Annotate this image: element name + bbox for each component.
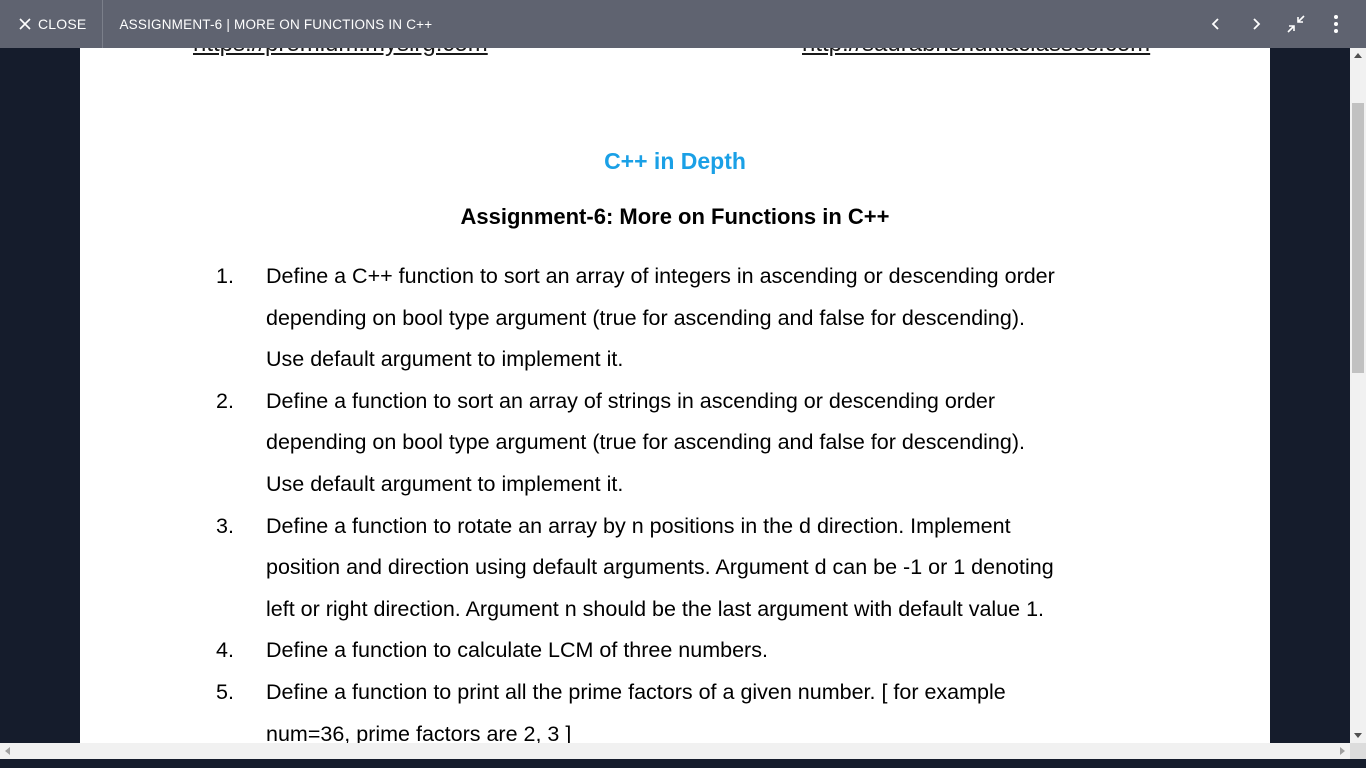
- question-number: 1.: [216, 264, 234, 288]
- header-link-left[interactable]: https://premium.mysirg.com: [193, 48, 488, 58]
- close-button[interactable]: CLOSE: [0, 0, 104, 48]
- vertical-scrollbar[interactable]: [1350, 48, 1366, 743]
- question-item: 3. Define a function to rotate an array …: [210, 506, 1170, 631]
- question-list: 1. Define a C++ function to sort an arra…: [210, 256, 1170, 743]
- page-header: https://premium.mysirg.com http://saurab…: [80, 48, 1270, 60]
- viewer-toolbar: CLOSE ASSIGNMENT-6 | MORE ON FUNCTIONS I…: [0, 0, 1366, 48]
- question-line: Define a C++ function to sort an array o…: [266, 264, 1055, 288]
- close-label: CLOSE: [38, 16, 87, 32]
- question-line: Define a function to calculate LCM of th…: [266, 638, 768, 663]
- chevron-right-icon: [1253, 18, 1261, 30]
- question-line: position and direction using default arg…: [266, 555, 1054, 580]
- question-line: Define a function to rotate an array by …: [266, 513, 1011, 538]
- question-item: 4. Define a function to calculate LCM of…: [210, 630, 1170, 672]
- exit-fullscreen-icon: [1287, 15, 1305, 33]
- question-item: 5. Define a function to print all the pr…: [210, 672, 1170, 743]
- question-item: 2. Define a function to sort an array of…: [210, 381, 1170, 506]
- document-viewer[interactable]: https://premium.mysirg.com http://saurab…: [0, 48, 1350, 743]
- toolbar-actions: [1194, 0, 1366, 48]
- question-line: Define a function to print all the prime…: [266, 679, 1006, 704]
- question-number: 2.: [216, 388, 234, 413]
- scroll-right-arrow-icon[interactable]: [1340, 747, 1345, 755]
- horizontal-scrollbar[interactable]: [0, 743, 1350, 759]
- document-page: https://premium.mysirg.com http://saurab…: [80, 48, 1270, 743]
- course-brand: C++ in Depth: [604, 148, 746, 174]
- question-line: depending on bool type argument (true fo…: [266, 305, 1025, 330]
- question-number: 4.: [216, 638, 234, 663]
- scroll-left-arrow-icon[interactable]: [5, 747, 10, 755]
- document-title: ASSIGNMENT-6 | MORE ON FUNCTIONS IN C++: [119, 16, 433, 32]
- assignment-heading: Assignment-6: More on Functions in C++: [460, 204, 890, 229]
- scroll-down-arrow-icon[interactable]: [1354, 733, 1362, 738]
- vertical-scroll-thumb[interactable]: [1352, 103, 1364, 373]
- question-number: 3.: [216, 513, 234, 538]
- question-line: Use default argument to implement it.: [266, 347, 624, 372]
- question-line: Use default argument to implement it.: [266, 471, 624, 496]
- chevron-left-icon: [1211, 18, 1219, 30]
- scrollbar-corner: [1350, 743, 1366, 759]
- next-button[interactable]: [1238, 6, 1274, 42]
- question-line: depending on bool type argument (true fo…: [266, 430, 1025, 455]
- question-number: 5.: [216, 679, 234, 704]
- question-item: 1. Define a C++ function to sort an arra…: [210, 256, 1170, 381]
- close-icon: [19, 18, 31, 30]
- bottom-strip: [0, 759, 1366, 768]
- exit-fullscreen-button[interactable]: [1278, 6, 1314, 42]
- more-vert-icon: [1334, 15, 1338, 33]
- question-line: num=36, prime factors are 2, 3 ]: [266, 721, 572, 743]
- previous-button[interactable]: [1198, 6, 1234, 42]
- header-link-right[interactable]: http://saurabhshuklaclasses.com: [802, 48, 1150, 58]
- question-line: left or right direction. Argument n shou…: [266, 596, 1045, 621]
- more-options-button[interactable]: [1318, 6, 1354, 42]
- question-line: Define a function to sort an array of st…: [266, 388, 996, 413]
- scroll-up-arrow-icon[interactable]: [1354, 53, 1362, 58]
